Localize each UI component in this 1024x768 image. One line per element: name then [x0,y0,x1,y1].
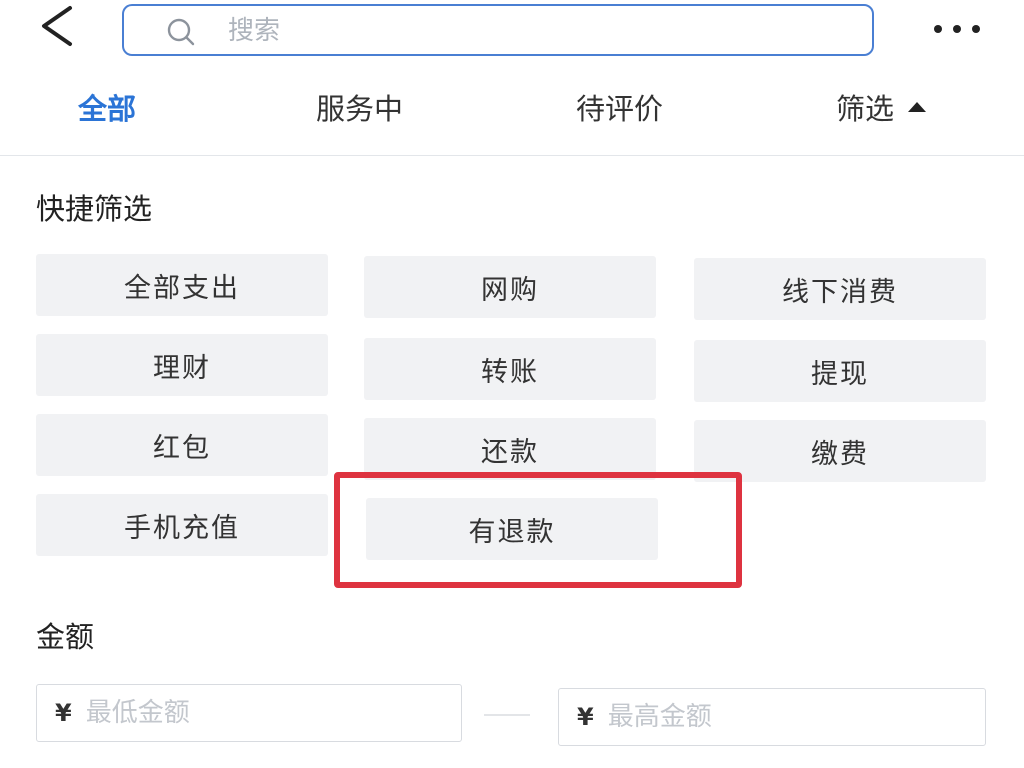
more-horizontal-icon [934,25,980,33]
max-amount-field[interactable]: ¥ [558,688,986,746]
filter-chip-has-refund[interactable]: 有退款 [366,498,658,560]
max-amount-input[interactable] [607,702,928,732]
top-bar [0,0,1024,62]
filter-chip-mobile-top-up[interactable]: 手机充值 [36,494,328,556]
filter-chip-wealth-management[interactable]: 理财 [36,334,328,396]
filter-chip-bill-payment[interactable]: 缴费 [694,420,986,482]
tab-to-review[interactable]: 待评价 [576,86,663,128]
filter-chip-online-shopping[interactable]: 网购 [364,256,656,318]
filter-chip-repayment[interactable]: 还款 [364,418,656,480]
min-amount-field[interactable]: ¥ [36,684,462,742]
tab-all[interactable]: 全部 [78,86,136,128]
tab-filter-label: 筛选 [836,92,895,126]
filter-chip-red-packet[interactable]: 红包 [36,414,328,476]
currency-symbol: ¥ [55,699,72,727]
tab-filter[interactable]: 筛选 [836,86,927,128]
currency-symbol: ¥ [577,703,594,731]
search-icon [167,18,195,46]
amount-title: 金额 [36,620,95,654]
caret-up-icon [908,102,927,112]
min-amount-input[interactable] [85,698,406,728]
filter-chip-all-expenses[interactable]: 全部支出 [36,254,328,316]
filter-chip-transfer[interactable]: 转账 [364,338,656,400]
more-button[interactable] [928,14,986,44]
tab-bar: 全部 服务中 待评价 筛选 [0,62,1024,156]
back-button[interactable] [36,4,84,48]
quick-filter-title: 快捷筛选 [36,192,153,226]
search-bar[interactable] [122,4,874,56]
chevron-left-icon [42,6,72,46]
filter-chip-withdrawal[interactable]: 提现 [694,340,986,402]
filter-chip-offline-spending[interactable]: 线下消费 [694,258,986,320]
range-separator [484,714,530,716]
search-input[interactable] [228,13,828,49]
tab-in-service[interactable]: 服务中 [316,86,403,128]
